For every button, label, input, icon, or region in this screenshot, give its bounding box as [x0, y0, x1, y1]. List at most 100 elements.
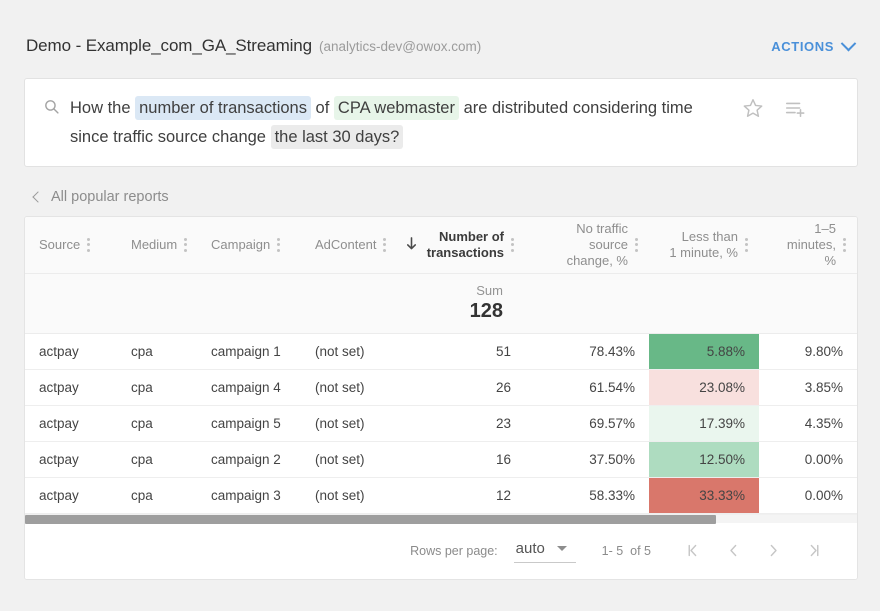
account-email: (analytics-dev@owox.com): [319, 39, 482, 54]
app-header: Demo - Example_com_GA_Streaming (analyti…: [0, 0, 880, 62]
cell-less-1min: 23.08%: [649, 369, 759, 406]
cell-campaign: campaign 3: [197, 477, 301, 514]
caret-down-icon: [556, 546, 567, 551]
column-header-label: AdContent: [315, 236, 377, 252]
column-menu-icon[interactable]: [843, 237, 847, 252]
rows-per-page-value: auto: [515, 540, 545, 557]
query-card[interactable]: How the number of transactions of CPA we…: [24, 78, 858, 167]
column-header-medium[interactable]: Medium: [117, 217, 197, 274]
horizontal-scrollbar[interactable]: [25, 513, 857, 524]
cell-less-1min: 17.39%: [649, 405, 759, 442]
summary-value: 128: [469, 300, 503, 322]
column-header-source[interactable]: Source: [25, 217, 117, 274]
column-header-label: Source: [39, 236, 81, 252]
table-row[interactable]: actpay cpa campaign 5 (not set) 23 69.57…: [25, 405, 857, 442]
cell-1-5-min: 9.80%: [759, 333, 857, 370]
pagination-controls: [673, 531, 833, 571]
cell-source: actpay: [25, 369, 117, 406]
table-body: Sum 128 actpay cpa campaign 1 (not set) …: [25, 273, 857, 514]
cell-medium: cpa: [117, 477, 197, 514]
report-table-card: Source Medium Campaign AdContent Number …: [24, 216, 858, 580]
column-menu-icon[interactable]: [383, 237, 387, 252]
cell-campaign: campaign 1: [197, 333, 301, 370]
cell-adcontent: (not set): [301, 405, 413, 442]
cell-adcontent: (not set): [301, 333, 413, 370]
actions-button-label: ACTIONS: [771, 38, 834, 54]
cell-medium: cpa: [117, 405, 197, 442]
column-menu-icon[interactable]: [745, 237, 749, 252]
sort-descending-icon[interactable]: [405, 236, 418, 254]
column-menu-icon[interactable]: [277, 237, 281, 252]
column-header-less-than-1-minute[interactable]: Less than 1 minute, %: [649, 217, 759, 274]
breadcrumb[interactable]: All popular reports: [32, 189, 169, 205]
cell-campaign: campaign 4: [197, 369, 301, 406]
chevron-left-icon: [32, 190, 44, 203]
summary-transactions: Sum 128: [413, 273, 525, 334]
cell-no-change: 61.54%: [525, 369, 649, 406]
cell-1-5-min: 3.85%: [759, 369, 857, 406]
column-header-label: Less than 1 minute, %: [669, 228, 738, 260]
page-title-text: Demo - Example_com_GA_Streaming: [26, 36, 313, 55]
column-header-no-traffic-source-change[interactable]: No traffic source change, %: [525, 217, 649, 274]
actions-button[interactable]: ACTIONS: [771, 35, 857, 54]
app-root: Demo - Example_com_GA_Streaming (analyti…: [0, 0, 880, 611]
table-row[interactable]: actpay cpa campaign 4 (not set) 26 61.54…: [25, 369, 857, 406]
column-header-number-of-transactions[interactable]: Number of transactions: [406, 217, 525, 274]
table-row[interactable]: actpay cpa campaign 1 (not set) 51 78.43…: [25, 333, 857, 370]
cell-medium: cpa: [117, 369, 197, 406]
rows-per-page-label: Rows per page:: [410, 543, 498, 558]
cell-no-change: 58.33%: [525, 477, 649, 514]
cell-medium: cpa: [117, 441, 197, 478]
column-menu-icon[interactable]: [635, 237, 639, 252]
column-menu-icon[interactable]: [87, 237, 91, 252]
column-menu-icon[interactable]: [511, 237, 515, 252]
cell-source: actpay: [25, 441, 117, 478]
cell-no-change: 78.43%: [525, 333, 649, 370]
cell-1-5-min: 0.00%: [759, 441, 857, 478]
query-entity-segment[interactable]: CPA webmaster: [333, 96, 459, 120]
column-header-label: Campaign: [211, 236, 271, 252]
scrollbar-thumb[interactable]: [25, 514, 716, 524]
cell-adcontent: (not set): [301, 369, 413, 406]
previous-page-button[interactable]: [713, 531, 753, 571]
table-row[interactable]: actpay cpa campaign 3 (not set) 12 58.33…: [25, 477, 857, 514]
cell-source: actpay: [25, 477, 117, 514]
cell-campaign: campaign 2: [197, 441, 301, 478]
cell-less-1min: 33.33%: [649, 477, 759, 514]
cell-transactions: 16: [413, 441, 525, 478]
summary-label: Sum: [476, 283, 503, 298]
column-menu-icon[interactable]: [184, 237, 188, 252]
query-text[interactable]: How the number of transactions of CPA we…: [70, 93, 730, 152]
column-header-label: Medium: [131, 236, 178, 252]
column-header-adcontent[interactable]: AdContent: [301, 217, 413, 274]
rows-per-page-select[interactable]: auto: [513, 538, 576, 563]
query-seg-0: How the: [70, 99, 136, 117]
table-footer: Rows per page: auto 1- 5 of 5: [25, 522, 857, 579]
page-title: Demo - Example_com_GA_Streaming (analyti…: [26, 36, 481, 56]
first-page-button[interactable]: [673, 531, 713, 571]
cell-no-change: 37.50%: [525, 441, 649, 478]
query-seg-2: of: [310, 99, 334, 117]
query-entity-daterange[interactable]: the last 30 days?: [270, 125, 404, 149]
column-header-label: Number of transactions: [426, 228, 504, 260]
star-outline-icon[interactable]: [742, 97, 764, 124]
playlist-add-icon[interactable]: [784, 97, 806, 124]
query-entity-metric[interactable]: number of transactions: [135, 96, 311, 120]
cell-source: actpay: [25, 333, 117, 370]
table-header: Source Medium Campaign AdContent Number …: [25, 217, 857, 274]
cell-medium: cpa: [117, 333, 197, 370]
column-header-campaign[interactable]: Campaign: [197, 217, 301, 274]
query-tools: [730, 97, 806, 124]
table-row[interactable]: actpay cpa campaign 2 (not set) 16 37.50…: [25, 441, 857, 478]
next-page-button[interactable]: [753, 531, 793, 571]
breadcrumb-label: All popular reports: [51, 189, 169, 205]
column-header-1-5-minutes[interactable]: 1–5 minutes, %: [759, 217, 857, 274]
cell-transactions: 26: [413, 369, 525, 406]
report-table: Source Medium Campaign AdContent Number …: [25, 217, 857, 514]
cell-source: actpay: [25, 405, 117, 442]
cell-no-change: 69.57%: [525, 405, 649, 442]
cell-less-1min: 5.88%: [649, 333, 759, 370]
search-icon: [43, 98, 60, 120]
last-page-button[interactable]: [793, 531, 833, 571]
cell-campaign: campaign 5: [197, 405, 301, 442]
